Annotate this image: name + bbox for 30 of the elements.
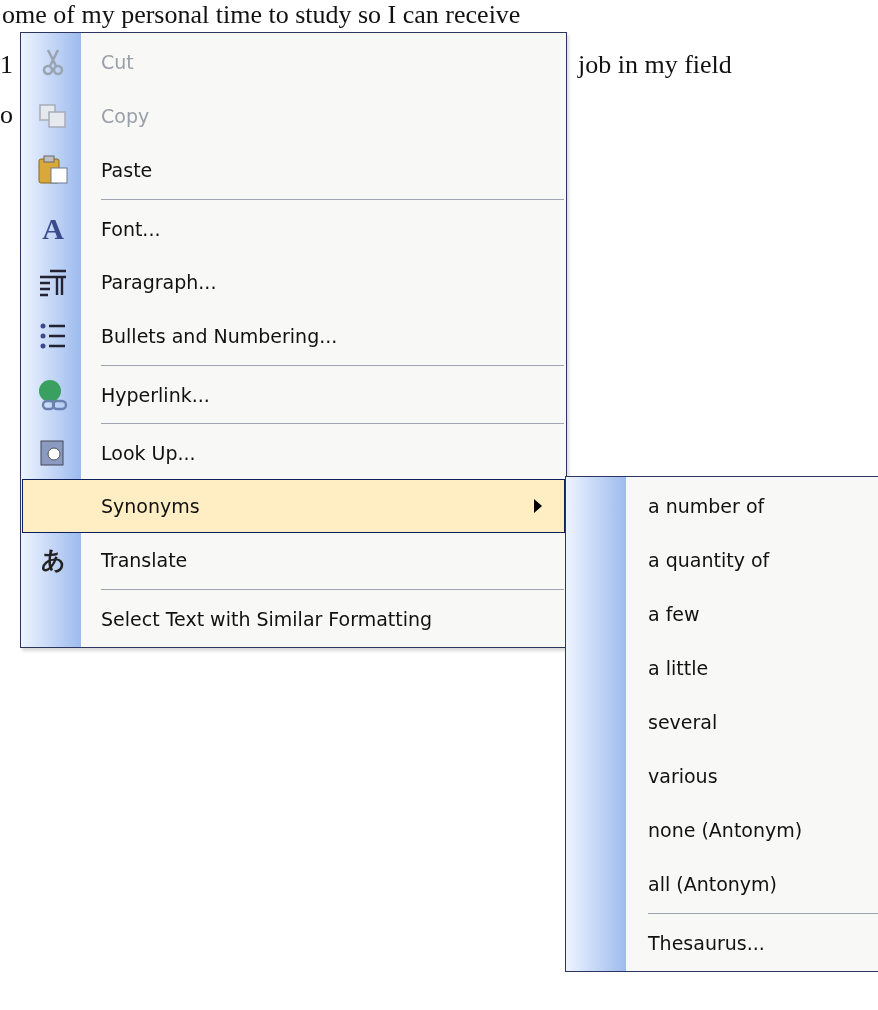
globe-link-icon (37, 379, 69, 411)
menu-item[interactable]: A Font... (22, 197, 565, 255)
font-icon: A (42, 214, 64, 244)
menu-item[interactable]: a few (567, 587, 878, 641)
menu-item[interactable]: Look Up... (22, 421, 565, 479)
menu-item[interactable]: Synonyms (22, 479, 565, 533)
menu-item[interactable]: a number of (567, 479, 878, 533)
document-text: o (0, 100, 13, 130)
copy-icon (38, 103, 68, 129)
document-text: 1 (0, 50, 13, 80)
paragraph-icon (38, 267, 68, 297)
menu-item[interactable]: none (Antonym) (567, 803, 878, 857)
clipboard-icon (37, 155, 69, 185)
menu-item[interactable]: Hyperlink... (22, 363, 565, 421)
menu-item[interactable]: あ Translate (22, 533, 565, 587)
menu-item[interactable]: Paragraph... (22, 255, 565, 309)
menu-item[interactable]: a little (567, 641, 878, 695)
menu-item[interactable]: a quantity of (567, 533, 878, 587)
menu-item[interactable]: Select Text with Similar Formatting (22, 587, 565, 645)
menu-item[interactable]: Paste (22, 143, 565, 197)
document-text: ome of my personal time to study so I can receive (2, 0, 521, 30)
menu-item[interactable]: Bullets and Numbering... (22, 309, 565, 363)
translate-icon: あ (40, 548, 66, 572)
menu-item[interactable]: various (567, 749, 878, 803)
bullet-list-icon (39, 321, 67, 351)
scissors-icon (40, 48, 66, 76)
menu-item[interactable]: several (567, 695, 878, 749)
submenu-arrow-icon (534, 499, 542, 513)
menu-item[interactable]: all (Antonym) (567, 857, 878, 911)
document-text: job in my field (578, 50, 733, 80)
